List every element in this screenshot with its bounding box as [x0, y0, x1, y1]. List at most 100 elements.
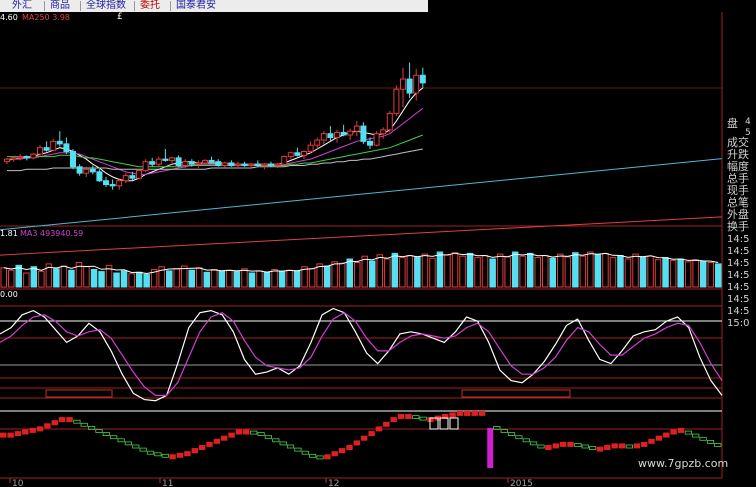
step-block: [471, 410, 478, 416]
step-block: [684, 430, 693, 435]
step-block: [14, 431, 22, 437]
volume-bar: [241, 268, 248, 288]
volume-bar: [715, 263, 722, 288]
step-block: [677, 427, 685, 433]
step-block: [154, 452, 162, 457]
candlestick: [37, 147, 43, 155]
step-block: [530, 441, 538, 446]
volume-bar: [466, 252, 474, 288]
candlestick: [307, 144, 314, 153]
candlestick: [386, 112, 393, 131]
candlestick: [367, 140, 373, 146]
step-block: [132, 444, 140, 449]
step-block: [324, 454, 331, 460]
candlestick: [122, 175, 129, 182]
candlestick: [175, 157, 182, 166]
step-block: [611, 443, 618, 449]
candlestick: [50, 140, 57, 151]
step-block: [316, 455, 324, 460]
trade-time: 14:5: [727, 234, 750, 245]
trade-time: 14:5: [727, 282, 750, 293]
step-block: [44, 423, 51, 429]
trade-time: 14:5: [727, 270, 750, 281]
candlestick: [228, 162, 235, 166]
candlestick: [155, 158, 162, 165]
step-block: [581, 444, 589, 449]
candlestick: [96, 171, 103, 182]
volume-bar: [692, 259, 699, 288]
step-block: [139, 447, 147, 452]
volume-bar: [278, 271, 286, 288]
step-block: [146, 450, 155, 455]
tab-orders[interactable]: 委托: [140, 0, 160, 12]
volume-bar: [617, 255, 624, 288]
main-legend-value: 4.60: [0, 13, 18, 22]
trade-time: 14:5: [727, 258, 750, 269]
volume-bar: [113, 272, 120, 288]
step-block: [604, 445, 611, 450]
step-block: [663, 432, 670, 438]
candlestick: [149, 161, 156, 165]
volume-bar: [203, 271, 211, 288]
step-block: [301, 450, 309, 455]
step-block: [618, 443, 626, 449]
long-moving-average-line: [0, 216, 723, 256]
volume-bar: [98, 271, 105, 288]
volume-bar: [293, 270, 301, 288]
step-block: [294, 447, 302, 452]
candlestick: [63, 143, 70, 153]
watermark: www.7gpzb.com: [638, 457, 729, 470]
step-block: [507, 432, 516, 437]
volume-bar: [60, 265, 68, 288]
volume-bar: [594, 254, 602, 288]
tab-commodities[interactable]: 商品: [50, 0, 70, 12]
step-block: [213, 438, 221, 444]
candlestick: [235, 163, 241, 166]
volume-bar: [120, 270, 128, 288]
candlestick: [320, 133, 327, 141]
candlestick: [208, 159, 215, 163]
volume-bar: [699, 260, 707, 288]
step-block: [545, 445, 552, 450]
trade-time: 14:5: [727, 246, 750, 257]
candlestick: [142, 161, 149, 172]
candlestick: [103, 180, 109, 186]
step-block: [110, 435, 118, 440]
candlestick: [221, 162, 228, 166]
volume-bar: [647, 255, 654, 288]
step-block: [655, 435, 663, 441]
tab-divider: [80, 1, 81, 11]
step-block: [641, 441, 648, 447]
tab-broker[interactable]: 国泰君安: [176, 0, 216, 12]
x-axis: 10 11 12 2015: [9, 478, 533, 487]
volume-bar: [481, 255, 489, 288]
volume-bar: [587, 251, 594, 288]
volume-bar: [376, 254, 383, 288]
step-block: [353, 440, 360, 446]
volume-bar: [361, 255, 368, 288]
chart-canvas: 10 11 12 2015: [0, 12, 723, 487]
tab-forex[interactable]: 外汇: [12, 0, 32, 12]
tab-global-indices[interactable]: 全球指数: [86, 0, 126, 12]
step-block: [7, 432, 14, 438]
volume-bar: [346, 258, 353, 288]
step-marker-box: [439, 417, 449, 430]
volume-bar: [23, 272, 30, 288]
step-block: [206, 441, 213, 447]
step-block: [176, 452, 184, 458]
volume-bar: [8, 269, 15, 288]
step-block: [95, 429, 103, 433]
step-block: [117, 438, 125, 443]
step-block: [706, 439, 715, 444]
signal-box: [45, 389, 113, 398]
candlestick: [10, 157, 17, 160]
step-block: [522, 438, 530, 443]
step-block: [250, 430, 258, 435]
volume-bar: [263, 271, 271, 288]
candlestick: [274, 163, 281, 166]
volume-bar: [173, 268, 180, 288]
candlestick: [188, 161, 195, 165]
candlestick: [268, 163, 274, 166]
candlestick: [254, 163, 261, 166]
x-axis-tick-label: 11: [162, 479, 173, 487]
